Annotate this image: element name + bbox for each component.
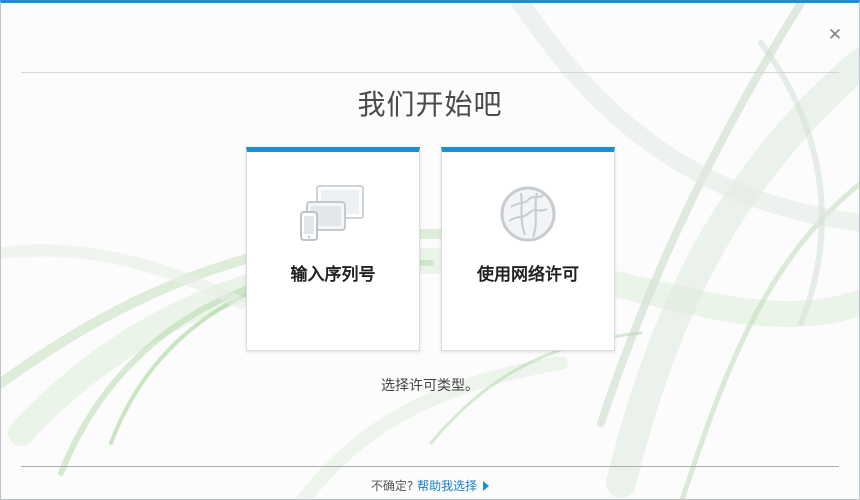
use-network-license-card[interactable]: 使用网络许可 — [441, 147, 615, 351]
footer-bar: 不确定? 帮助我选择 — [1, 477, 859, 494]
help-me-choose-link[interactable]: 帮助我选择 — [417, 479, 490, 493]
help-me-choose-label: 帮助我选择 — [417, 479, 478, 493]
close-button[interactable]: ✕ — [825, 25, 845, 45]
page-title: 我们开始吧 — [357, 88, 503, 121]
header-divider — [21, 72, 839, 73]
enter-serial-number-card[interactable]: 输入序列号 — [246, 147, 420, 351]
unsure-prompt: 不确定? — [370, 479, 414, 493]
enter-serial-number-label: 输入序列号 — [290, 265, 376, 285]
play-arrow-icon — [483, 481, 490, 491]
license-type-hint: 选择许可类型。 — [381, 378, 479, 394]
devices-icon — [300, 185, 364, 241]
close-icon: ✕ — [827, 25, 843, 45]
use-network-license-label: 使用网络许可 — [477, 265, 579, 285]
license-dialog: ✕ 我们开始吧 输入序列号 使用网络许可 选择许可类型。 不确定? 帮助我选择 — [0, 0, 860, 500]
footer-divider — [21, 466, 839, 467]
network-globe-icon — [500, 186, 556, 242]
background-swirl-art — [1, 3, 859, 499]
